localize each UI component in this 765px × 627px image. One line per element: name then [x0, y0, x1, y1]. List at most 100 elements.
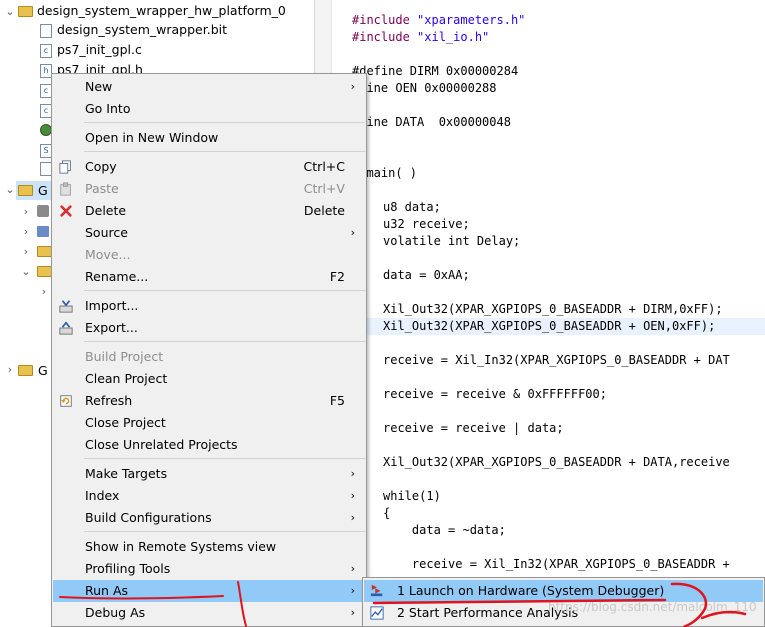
submenu-arrow-icon: ›: [350, 584, 355, 597]
tree-item-selected-project[interactable]: G: [16, 181, 51, 200]
includes-icon: [37, 226, 49, 237]
menu-item-refresh[interactable]: Refresh F5: [53, 390, 365, 412]
menu-item-import[interactable]: Import...: [53, 295, 365, 317]
menu-item-shortcut: F5: [329, 393, 345, 408]
watermark: https://blog.csdn.net/malcolm_110: [548, 600, 757, 614]
menu-item-label: Close Project: [85, 415, 166, 430]
code-line: {: [383, 506, 391, 520]
preprocessor-directive: #include: [352, 30, 418, 44]
menu-separator: [84, 531, 365, 532]
code-line: efine OEN 0x00000288: [352, 81, 497, 95]
tree-item-bit[interactable]: design_system_wrapper.bit: [40, 20, 227, 39]
menu-item-label: Refresh: [85, 393, 133, 408]
menu-item-profiling-tools[interactable]: Profiling Tools ›: [53, 558, 365, 580]
menu-item-label: Open in New Window: [85, 130, 219, 145]
tree-item-ps7-init-c[interactable]: c ps7_init_gpl.c: [40, 40, 142, 59]
performance-chart-icon: [370, 606, 384, 620]
submenu-arrow-icon: ›: [350, 467, 355, 480]
chevron-right-icon[interactable]: ›: [38, 285, 50, 298]
menu-item-label: Import...: [85, 298, 139, 313]
copy-icon: [59, 160, 71, 174]
menu-item-run-as[interactable]: Run As ›: [53, 580, 365, 602]
chevron-right-icon[interactable]: ›: [20, 225, 32, 238]
code-line: u8 data;: [383, 200, 441, 214]
menu-separator: [84, 122, 365, 123]
import-icon: [59, 300, 73, 313]
menu-item-close-unrelated-projects[interactable]: Close Unrelated Projects: [53, 434, 365, 456]
paste-icon: [60, 182, 71, 196]
chevron-right-icon[interactable]: ›: [20, 245, 32, 258]
submenu-arrow-icon: ›: [350, 489, 355, 502]
c-file-icon: c: [40, 43, 52, 58]
tree-item-label: G: [38, 183, 48, 198]
submenu-arrow-icon: ›: [350, 562, 355, 575]
menu-separator: [84, 290, 365, 291]
menu-item-shortcut: F2: [329, 269, 345, 284]
export-icon: [59, 321, 73, 335]
menu-item-export[interactable]: Export...: [53, 317, 365, 339]
menu-item-label: Rename...: [85, 269, 149, 284]
chevron-down-icon[interactable]: ⌄: [4, 183, 16, 196]
menu-item-label: Export...: [85, 320, 138, 335]
menu-item-shortcut: Ctrl+V: [303, 181, 345, 196]
submenu-arrow-icon: ›: [350, 80, 355, 93]
code-line: Xil_Out32(XPAR_XGPIOPS_0_BASEADDR + DIRM…: [383, 302, 723, 316]
string-literal: "xil_io.h": [417, 30, 490, 44]
menu-item-make-targets[interactable]: Make Targets ›: [53, 463, 365, 485]
menu-item-delete[interactable]: Delete Delete: [53, 200, 365, 222]
code-line: #define DIRM 0x00000284: [352, 64, 519, 78]
menu-item-label: 1 Launch on Hardware (System Debugger): [397, 583, 665, 598]
menu-item-label: Profiling Tools: [85, 561, 171, 576]
tree-item-label: G: [38, 363, 48, 378]
menu-item-paste: Paste Ctrl+V: [53, 178, 365, 200]
code-line: receive = receive | data;: [383, 421, 564, 435]
chevron-right-icon[interactable]: ›: [20, 205, 32, 218]
folder-icon: [37, 266, 52, 277]
menu-separator: [84, 341, 365, 342]
menu-item-move: Move...: [53, 244, 365, 266]
menu-item-label: Move...: [85, 247, 131, 262]
menu-item-shortcut: Ctrl+C: [303, 159, 345, 174]
menu-item-build-configurations[interactable]: Build Configurations ›: [53, 507, 365, 529]
menu-item-label: Make Targets: [85, 466, 168, 481]
menu-item-label: Clean Project: [85, 371, 168, 386]
folder-icon: [37, 246, 52, 257]
code-line: receive = Xil_In32(XPAR_XGPIOPS_0_BASEAD…: [383, 557, 730, 571]
menu-item-label: Copy: [85, 159, 117, 174]
menu-item-show-in-remote-systems-view[interactable]: Show in Remote Systems view: [53, 536, 365, 558]
code-line: Xil_Out32(XPAR_XGPIOPS_0_BASEADDR + DATA…: [383, 455, 730, 469]
menu-item-go-into[interactable]: Go Into: [53, 98, 365, 120]
code-line: data = ~data;: [383, 523, 506, 537]
launch-tcf-icon: [370, 584, 383, 597]
tree-item-hw-platform[interactable]: ⌄ design_system_wrapper_hw_platform_0: [4, 1, 285, 21]
menu-item-rename[interactable]: Rename... F2: [53, 266, 365, 288]
menu-separator: [84, 458, 365, 459]
menu-item-label: Build Project: [85, 349, 164, 364]
code-editor[interactable]: #include "xparameters.h" #include "xil_io…: [315, 0, 765, 627]
code-line: efine DATA 0x00000048: [352, 115, 511, 129]
menu-item-label: Show in Remote Systems view: [85, 539, 277, 554]
project-folder-icon: [18, 6, 33, 17]
menu-item-close-project[interactable]: Close Project: [53, 412, 365, 434]
binaries-icon: [37, 205, 49, 217]
chevron-down-icon[interactable]: ⌄: [4, 2, 16, 21]
menu-item-launch-on-hardware[interactable]: 1 Launch on Hardware (System Debugger): [364, 580, 763, 602]
open-folder-icon: [18, 185, 33, 196]
menu-item-debug-as[interactable]: Debug As ›: [53, 602, 365, 624]
context-menu: New › Go Into Open in New Window Copy Ctrl+C P…: [51, 73, 367, 627]
menu-item-open-in-new-window[interactable]: Open in New Window: [53, 127, 365, 149]
menu-item-new[interactable]: New ›: [53, 76, 365, 98]
menu-item-index[interactable]: Index ›: [53, 485, 365, 507]
menu-item-label: New: [85, 79, 113, 94]
menu-item-clean-project[interactable]: Clean Project: [53, 368, 365, 390]
menu-item-label: Delete: [85, 203, 127, 218]
submenu-arrow-icon: ›: [350, 606, 355, 619]
project-folder-icon: [18, 365, 33, 376]
chevron-right-icon[interactable]: ›: [4, 363, 16, 376]
menu-item-source[interactable]: Source ›: [53, 222, 365, 244]
code-line: volatile int Delay;: [383, 234, 521, 248]
tree-item-label: ps7_init_gpl.c: [57, 42, 142, 57]
chevron-down-icon[interactable]: ⌄: [20, 265, 32, 278]
menu-item-copy[interactable]: Copy Ctrl+C: [53, 156, 365, 178]
code-line: #include "xparameters.h": [352, 12, 525, 29]
